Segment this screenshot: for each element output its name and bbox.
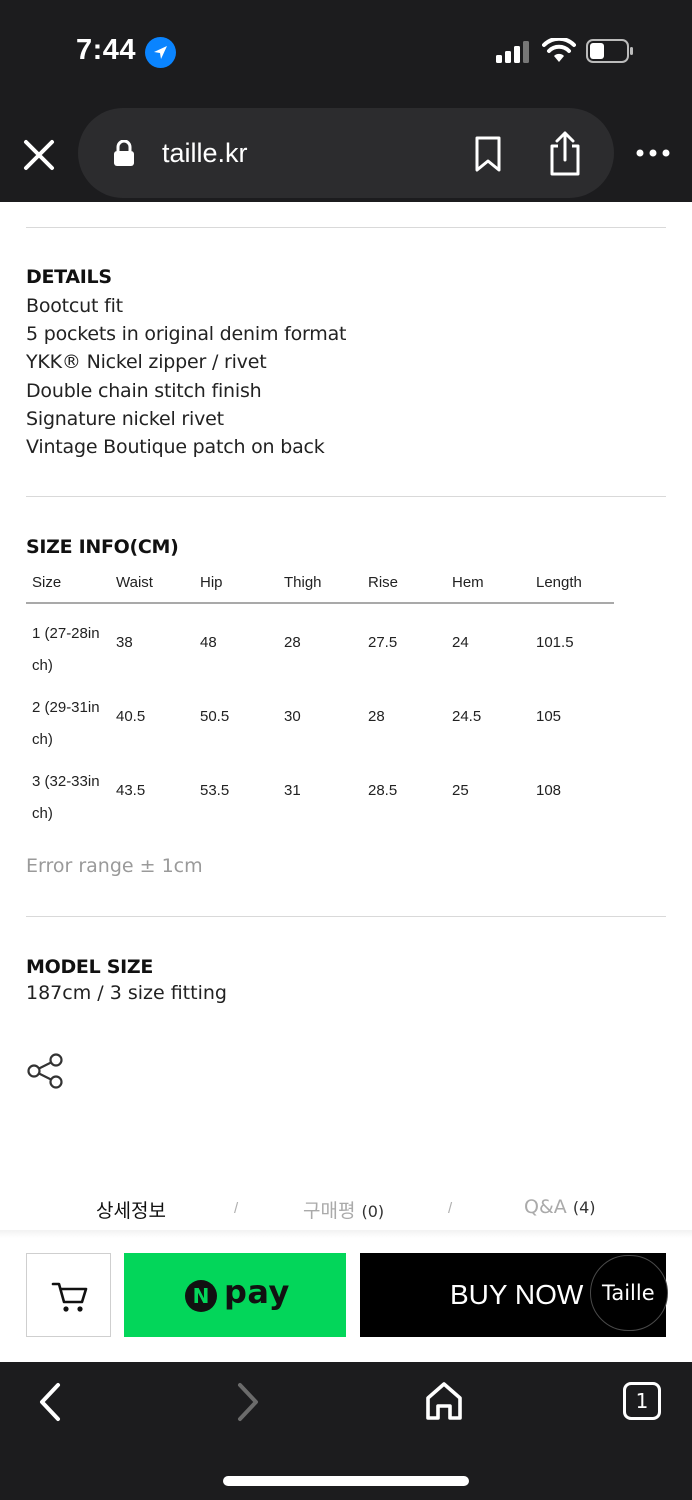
npay-button[interactable]: N pay [124,1253,346,1337]
tab-shadow [0,1230,692,1238]
wifi-icon [542,38,576,62]
table-cell: 40.5 [116,708,146,725]
location-arrow-icon [145,37,176,68]
tab-label: 구매평 [303,1200,356,1222]
product-tabs: 상세정보 / 구매평 (0) / Q&A (4) [0,1190,692,1230]
table-cell: 30 [284,708,301,725]
tab-separator: / [448,1200,453,1217]
tabs-count-button[interactable]: 1 [623,1382,661,1420]
table-cell: 27.5 [368,634,398,651]
back-arrow-icon[interactable] [34,1382,66,1422]
column-header: Length [536,574,582,591]
table-cell: 53.5 [200,782,230,799]
cellular-signal-icon [496,41,529,63]
column-header: Hip [200,574,223,591]
list-item: Double chain stitch finish [26,379,262,402]
table-cell: 1 (27-28in ch) [32,625,100,674]
table-cell: 25 [452,782,469,799]
forward-arrow-icon[interactable] [232,1382,264,1422]
table-cell: 3 (32-33in ch) [32,773,100,822]
table-cell: 105 [536,708,562,725]
tab-label: Q&A [524,1196,567,1218]
table-cell: 43.5 [116,782,146,799]
chat-label[interactable]: Taille [602,1281,655,1305]
model-size-title: MODEL SIZE [26,956,154,978]
url-text[interactable]: taille.kr [162,138,248,169]
more-options-icon[interactable] [634,141,674,165]
table-cell: 24 [452,634,469,651]
tab-reviews[interactable]: 구매평 (0) [303,1196,384,1223]
close-icon[interactable] [20,136,58,174]
table-cell: 108 [536,782,562,799]
table-cell: 28.5 [368,782,398,799]
table-cell: 48 [200,634,217,651]
address-bar[interactable] [78,108,614,198]
share-nodes-icon[interactable] [26,1052,66,1090]
size-info-title: SIZE INFO(CM) [26,536,179,558]
battery-icon [586,39,633,63]
table-cell: 101.5 [536,634,574,651]
status-time: 7:44 [76,34,137,66]
table-row: 1 (27-28in ch) 38 48 28 27.5 24 101.5 [26,604,614,678]
divider [26,227,666,228]
table-cell: 28 [284,634,301,651]
divider [26,916,666,917]
list-item: YKK® Nickel zipper / rivet [26,351,267,374]
share-icon[interactable] [546,130,584,176]
lock-icon [114,140,134,166]
model-size-text: 187cm / 3 size fitting [26,982,227,1004]
list-item: Signature nickel rivet [26,407,224,430]
table-cell: 31 [284,782,301,799]
npay-logo-icon: N [185,1280,217,1312]
cart-button[interactable] [26,1253,111,1337]
column-header: Rise [368,574,399,591]
table-header: Size Waist Hip Thigh Rise Hem Length [26,566,614,604]
npay-label: pay [224,1273,290,1311]
qa-count: (4) [572,1198,596,1217]
column-header: Waist [116,574,153,591]
column-header: Size [32,574,62,591]
table-cell: 2 (29-31in ch) [32,699,100,748]
tab-separator: / [234,1200,239,1217]
table-cell: 38 [116,634,133,651]
tab-qa[interactable]: Q&A (4) [524,1196,596,1218]
cart-icon [51,1282,88,1312]
table-row: 3 (32-33in ch) 43.5 53.5 31 28.5 25 108 [26,752,614,826]
table-row: 2 (29-31in ch) 40.5 50.5 30 28 24.5 105 [26,678,614,752]
buy-now-label: BUY NOW [450,1279,584,1310]
details-title: DETAILS [26,266,112,288]
review-count: (0) [361,1202,385,1221]
column-header: Thigh [284,574,322,591]
table-cell: 28 [368,708,385,725]
bookmark-icon[interactable] [472,136,504,172]
list-item: 5 pockets in original denim format [26,323,347,346]
tab-detail[interactable]: 상세정보 [96,1196,166,1223]
list-item: Vintage Boutique patch on back [26,435,325,458]
divider [26,496,666,497]
table-cell: 24.5 [452,708,482,725]
error-range-note: Error range ± 1cm [26,855,203,877]
details-list: Bootcut fit 5 pockets in original denim … [26,292,346,461]
list-item: Bootcut fit [26,295,123,317]
column-header: Hem [452,574,484,591]
home-indicator [223,1476,469,1486]
size-table: Size Waist Hip Thigh Rise Hem Length 1 (… [26,566,614,826]
table-cell: 50.5 [200,708,230,725]
home-icon[interactable] [424,1380,464,1422]
